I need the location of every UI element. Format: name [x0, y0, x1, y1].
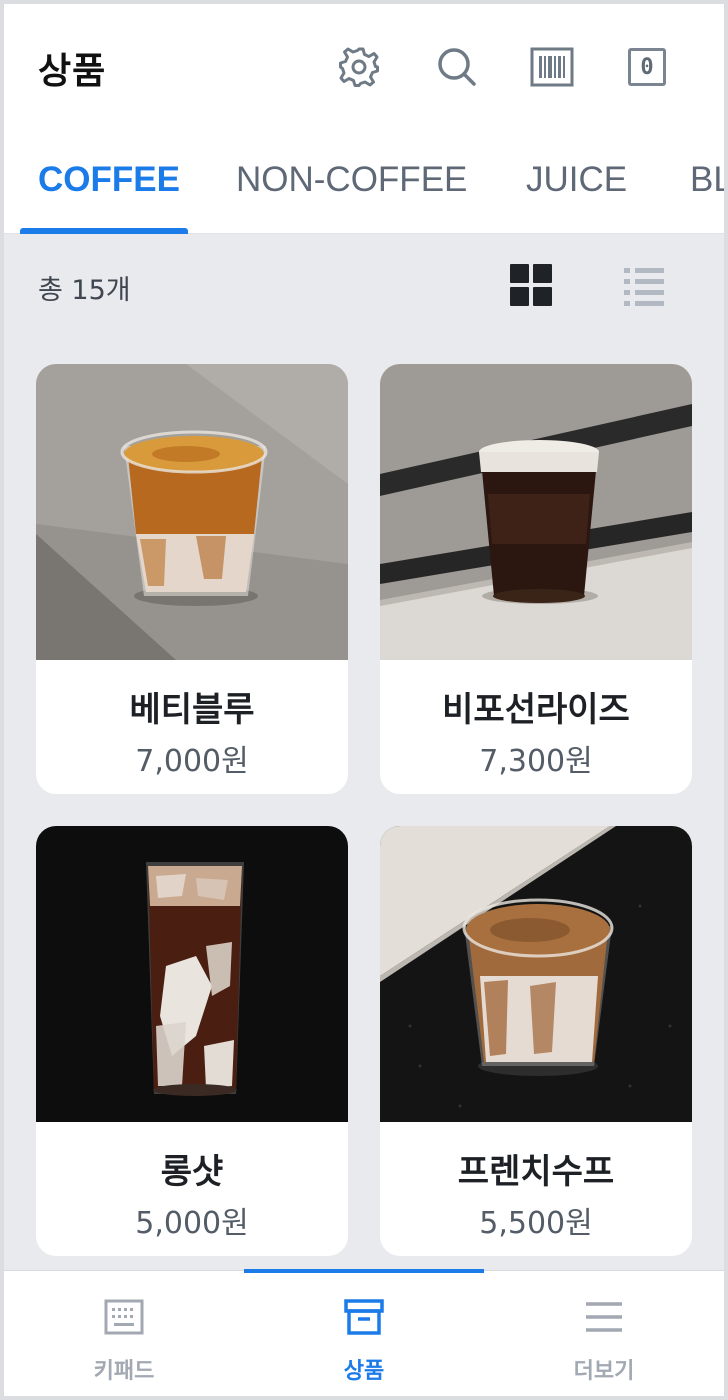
product-image: [36, 364, 348, 660]
cart-count-badge: 0: [628, 48, 666, 86]
category-tabs: COFFEE NON-COFFEE JUICE BL: [4, 124, 724, 234]
keypad-icon: [104, 1299, 144, 1335]
product-card[interactable]: 프렌치수프 5,500원: [380, 826, 692, 1256]
barcode-icon[interactable]: [527, 42, 577, 92]
product-image: [380, 364, 692, 660]
product-name: 롱샷: [160, 1152, 224, 1192]
product-price: 7,300원: [479, 744, 593, 779]
tab-juice[interactable]: JUICE: [526, 160, 627, 200]
page-title: 상품: [38, 51, 107, 92]
tab-non-coffee[interactable]: NON-COFFEE: [236, 160, 467, 200]
product-name: 비포선라이즈: [442, 690, 630, 730]
archive-box-icon: [344, 1299, 384, 1335]
product-card[interactable]: 롱샷 5,000원: [36, 826, 348, 1256]
product-name: 베티블루: [129, 690, 255, 730]
nav-more[interactable]: 더보기: [484, 1271, 724, 1396]
search-icon[interactable]: [432, 42, 482, 92]
nav-label: 키패드: [93, 1359, 155, 1384]
gear-icon[interactable]: [334, 42, 384, 92]
menu-icon: [586, 1302, 622, 1332]
active-tab-indicator: [20, 228, 188, 234]
tab-bl[interactable]: BL: [690, 160, 724, 200]
app-header: 상품 0: [4, 4, 724, 124]
grid-view-icon[interactable]: [510, 264, 554, 308]
product-price: 5,000원: [135, 1206, 249, 1241]
product-card[interactable]: 베티블루 7,000원: [36, 364, 348, 794]
product-image: [36, 826, 348, 1122]
product-price: 7,000원: [135, 744, 249, 779]
nav-label: 상품: [343, 1359, 385, 1384]
product-name: 프렌치수프: [457, 1152, 615, 1192]
product-total-count: 총 15개: [38, 275, 131, 306]
product-price: 5,500원: [479, 1206, 593, 1241]
app-screen: 상품 0 COFFEE NON-COFFEE JUICE BL 총 15개 베티…: [4, 4, 724, 1396]
nav-keypad[interactable]: 키패드: [4, 1271, 244, 1396]
nav-products[interactable]: 상품: [244, 1271, 484, 1396]
product-image: [380, 826, 692, 1122]
nav-label: 더보기: [573, 1359, 635, 1384]
list-view-icon[interactable]: [624, 266, 664, 306]
bottom-navigation: 키패드 상품 더보기: [4, 1269, 724, 1396]
product-card[interactable]: 비포선라이즈 7,300원: [380, 364, 692, 794]
tab-coffee[interactable]: COFFEE: [38, 160, 180, 200]
cart-count-button[interactable]: 0: [622, 42, 672, 92]
